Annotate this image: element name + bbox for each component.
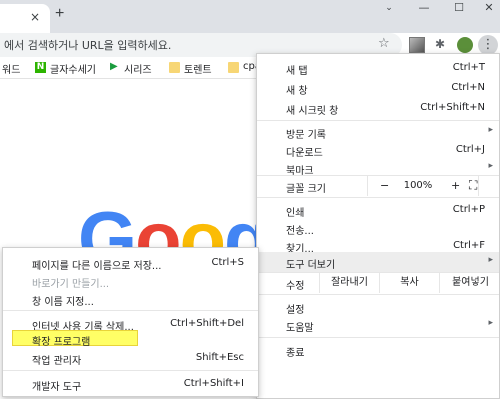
submenu-item-task-manager[interactable]: 작업 관리자 Shift+Esc — [3, 348, 258, 368]
menu-dots-icon[interactable]: ⋮ — [478, 35, 498, 55]
minimize-button[interactable]: — — [405, 0, 443, 18]
submenu-item-dev-tools[interactable]: 개발자 도구 Ctrl+Shift+I — [3, 374, 258, 394]
chevron-right-icon: ▸ — [488, 161, 493, 171]
menu-item-settings[interactable]: 설정 — [257, 297, 499, 317]
edit-label: 수정 — [286, 281, 305, 292]
zoom-out-button[interactable]: − — [380, 179, 389, 192]
edit-row: 수정 잘라내기 복사 붙여넣기 — [257, 273, 499, 293]
menu-item-exit[interactable]: 종료 — [257, 340, 499, 360]
menu-separator — [257, 120, 499, 121]
profile-avatar-icon[interactable] — [457, 37, 473, 53]
menu-item-new-window[interactable]: 새 창 Ctrl+N — [257, 78, 499, 98]
menu-item-history[interactable]: 방문 기록 ▸ — [257, 122, 499, 142]
bookmark-item[interactable]: 시리즈 — [124, 61, 152, 76]
active-tab[interactable]: × — [0, 4, 50, 33]
tab-search-icon[interactable]: ⌄ — [370, 0, 408, 18]
menu-item-print[interactable]: 인쇄 Ctrl+P — [257, 200, 499, 220]
tab-strip: × + ⌄ — ☐ ✕ — [0, 0, 500, 33]
bookmark-item[interactable]: 글자수세기 — [50, 61, 96, 76]
bookmark-item[interactable]: 워드 — [2, 61, 20, 76]
menu-separator — [257, 197, 499, 198]
puzzle-icon[interactable]: ✱ — [432, 37, 448, 53]
menu-separator — [257, 337, 499, 338]
menu-separator — [3, 310, 258, 311]
submenu-item-save-page[interactable]: 페이지를 다른 이름으로 저장... Ctrl+S — [3, 253, 258, 273]
chevron-right-icon: ▸ — [488, 318, 493, 328]
chevron-right-icon: ▸ — [488, 125, 493, 135]
zoom-label: 글꼴 크기 — [286, 184, 326, 195]
chevron-right-icon: ▸ — [488, 255, 493, 265]
submenu-item-name-window[interactable]: 창 이름 지정... — [3, 289, 258, 309]
menu-separator — [257, 294, 499, 295]
zoom-level: 100% — [403, 180, 433, 191]
fullscreen-icon[interactable]: ⛶ — [469, 178, 477, 193]
folder-icon — [169, 62, 180, 73]
submenu-item-extensions[interactable]: 확장 프로그램 — [3, 329, 258, 349]
new-tab-button[interactable]: + — [55, 5, 64, 23]
copy-button[interactable]: 복사 — [379, 273, 439, 293]
bookmark-star-icon[interactable]: ☆ — [378, 36, 390, 51]
close-window-button[interactable]: ✕ — [470, 0, 500, 18]
extension-icon[interactable] — [409, 37, 425, 53]
more-tools-submenu: 페이지를 다른 이름으로 저장... Ctrl+S 바로가기 만들기... 창 이… — [2, 247, 259, 397]
menu-item-help[interactable]: 도움말 ▸ — [257, 315, 499, 335]
tab-close-icon[interactable]: × — [30, 10, 40, 24]
zoom-controls: − 100% + — [367, 176, 479, 196]
naver-icon: N — [35, 62, 46, 73]
cut-button[interactable]: 잘라내기 — [319, 273, 379, 293]
zoom-row: 글꼴 크기 − 100% + ⛶ — [257, 176, 499, 196]
menu-item-downloads[interactable]: 다운로드 Ctrl+J — [257, 140, 499, 160]
bookmark-folder[interactable]: 토렌트 — [184, 61, 212, 76]
menu-item-cast[interactable]: 전송... — [257, 218, 499, 238]
paste-button[interactable]: 붙여넣기 — [439, 273, 500, 293]
menu-separator — [3, 370, 258, 371]
submenu-item-create-shortcut[interactable]: 바로가기 만들기... — [3, 271, 258, 291]
menu-item-more-tools[interactable]: 도구 더보기 ▸ — [257, 252, 499, 272]
chrome-main-menu: 새 탭 Ctrl+T 새 창 Ctrl+N 새 시크릿 창 Ctrl+Shift+N … — [256, 53, 500, 399]
play-icon: ▶ — [110, 61, 118, 72]
menu-item-new-incognito[interactable]: 새 시크릿 창 Ctrl+Shift+N — [257, 98, 499, 118]
menu-item-new-tab[interactable]: 새 탭 Ctrl+T — [257, 58, 499, 78]
zoom-in-button[interactable]: + — [451, 179, 460, 192]
folder-icon — [228, 62, 239, 73]
address-bar-placeholder: 에서 검색하거나 URL을 입력하세요. — [4, 39, 172, 52]
